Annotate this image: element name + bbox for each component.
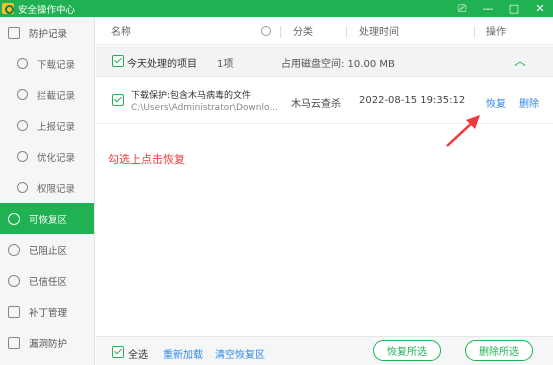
chevron-up-icon[interactable]: ︿	[514, 52, 526, 69]
block-icon	[17, 89, 28, 100]
sidebar-item-download-records[interactable]: 下载记录	[0, 48, 94, 79]
group-count: 1项	[217, 59, 234, 70]
vulnerability-icon	[8, 336, 20, 349]
clear-restore-area-link[interactable]: 清空恢复区	[215, 346, 265, 361]
group-checkbox[interactable]	[112, 55, 124, 67]
close-button[interactable]: ✕	[527, 0, 553, 17]
sidebar-item-blocked-area[interactable]: 已阻止区	[0, 234, 94, 265]
item-path: C:\Users\Administrator\Downlo...	[131, 103, 278, 113]
patch-icon	[8, 305, 20, 318]
skin-icon[interactable]: ⎚	[449, 0, 475, 17]
sidebar: 防护记录 下载记录 拦截记录 上报记录 优化记录 权限记录 可恢复区 已阻止区 …	[0, 17, 95, 365]
sidebar-item-vulnerability-protection[interactable]: 漏洞防护	[0, 327, 94, 358]
minimize-button[interactable]: —	[475, 0, 501, 17]
item-time: 2022-08-15 19:35:12	[359, 95, 466, 106]
sidebar-item-block-records[interactable]: 拦截记录	[0, 79, 94, 110]
footer-toolbar: 全选 重新加载 清空恢复区 恢复所选 删除所选	[96, 336, 553, 365]
sidebar-item-label: 权限记录	[37, 183, 76, 195]
title-bar: 安全操作中心 ⎚ — □ ✕	[0, 0, 553, 17]
sidebar-item-label: 优化记录	[37, 152, 76, 164]
sidebar-item-patch-management[interactable]: 补丁管理	[0, 296, 94, 327]
delete-link[interactable]: 删除	[519, 95, 539, 110]
column-category: 分类	[293, 27, 313, 38]
window-title: 安全操作中心	[18, 4, 76, 16]
table-header: 名称 分类 处理时间 操作	[96, 17, 553, 45]
download-icon	[17, 58, 28, 69]
reload-link[interactable]: 重新加载	[163, 346, 203, 361]
sidebar-item-label: 已阻止区	[29, 245, 68, 257]
disk-usage: 占用磁盘空间: 10.00 MB	[281, 59, 395, 70]
shield-record-icon	[8, 26, 20, 39]
sidebar-item-permission-records[interactable]: 权限记录	[0, 172, 94, 203]
item-category: 木马云查杀	[291, 99, 341, 110]
sidebar-item-label: 可恢复区	[29, 214, 68, 226]
sidebar-item-label: 防护记录	[29, 28, 68, 40]
column-divider	[346, 26, 347, 38]
trust-icon	[8, 274, 20, 287]
blocked-icon	[8, 243, 20, 256]
group-label: 今天处理的项目	[127, 59, 197, 70]
column-operation: 操作	[486, 27, 506, 38]
annotation-arrow	[446, 115, 480, 147]
restore-icon	[8, 212, 20, 225]
upload-icon	[17, 120, 28, 131]
search-icon[interactable]	[261, 25, 271, 36]
sidebar-item-label: 上报记录	[37, 121, 76, 133]
column-time: 处理时间	[359, 27, 399, 38]
sidebar-item-protection-records[interactable]: 防护记录	[0, 17, 94, 48]
maximize-button[interactable]: □	[501, 0, 527, 17]
select-all-checkbox[interactable]	[112, 346, 124, 358]
sidebar-item-label: 漏洞防护	[29, 338, 68, 350]
window-controls: ⎚ — □ ✕	[449, 0, 553, 17]
group-header-today[interactable]: 今天处理的项目 1项 占用磁盘空间: 10.00 MB ︿	[96, 46, 553, 77]
sidebar-item-label: 补丁管理	[29, 307, 68, 319]
permission-icon	[17, 182, 28, 193]
sidebar-item-restore-area[interactable]: 可恢复区	[0, 203, 94, 234]
delete-selected-button[interactable]: 删除所选	[465, 340, 533, 361]
column-divider	[474, 26, 475, 38]
sidebar-item-label: 拦截记录	[37, 90, 76, 102]
optimize-icon	[17, 151, 28, 162]
sidebar-item-trusted-area[interactable]: 已信任区	[0, 265, 94, 296]
item-title: 下载保护:包含木马病毒的文件	[131, 91, 252, 101]
column-divider	[280, 26, 281, 38]
restore-link[interactable]: 恢复	[486, 95, 506, 110]
sidebar-item-label: 已信任区	[29, 276, 68, 288]
main-panel: 名称 分类 处理时间 操作 今天处理的项目 1项 占用磁盘空间: 10.00 M…	[96, 17, 553, 365]
app-logo-icon	[2, 3, 14, 14]
select-all-label[interactable]: 全选	[128, 346, 148, 361]
sidebar-item-optimize-records[interactable]: 优化记录	[0, 141, 94, 172]
restore-selected-button[interactable]: 恢复所选	[373, 340, 441, 361]
annotation-note: 勾选上点击恢复	[108, 153, 185, 166]
row-checkbox[interactable]	[112, 94, 124, 106]
table-row[interactable]: 下载保护:包含木马病毒的文件 C:\Users\Administrator\Do…	[96, 78, 553, 124]
column-name: 名称	[111, 27, 131, 38]
sidebar-item-upload-records[interactable]: 上报记录	[0, 110, 94, 141]
sidebar-item-label: 下载记录	[37, 59, 76, 71]
